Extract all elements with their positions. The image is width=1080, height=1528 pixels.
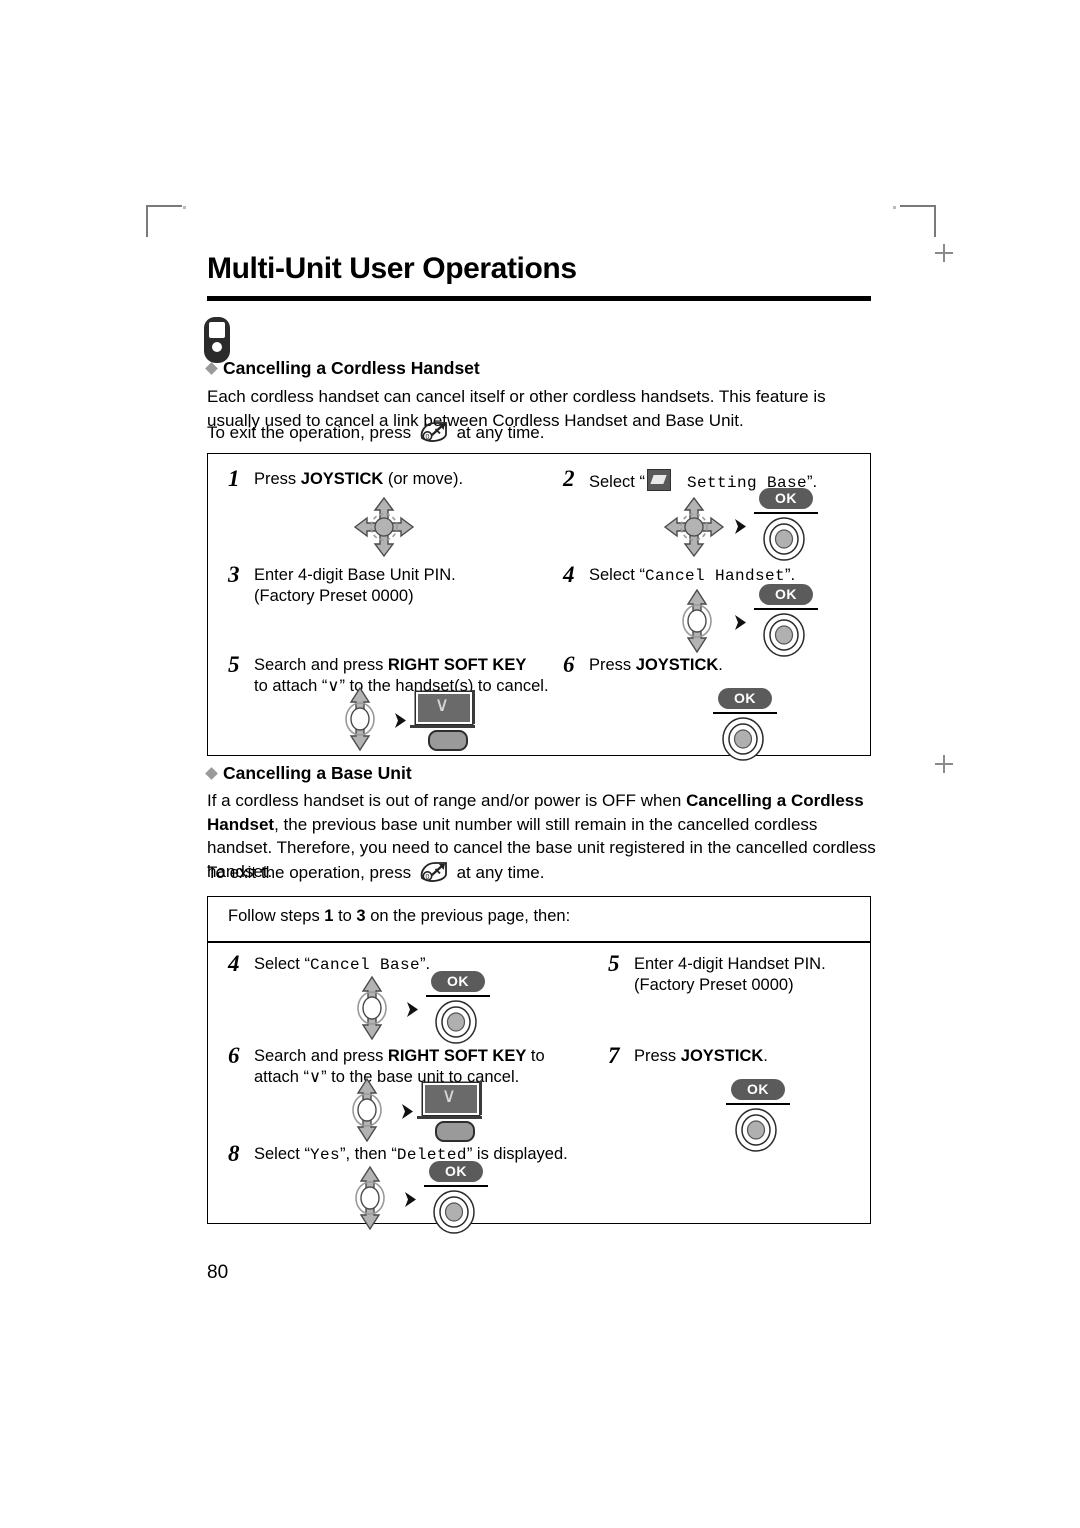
cordless-handset-icon xyxy=(204,317,230,363)
ok-key-icon: OK xyxy=(426,971,490,1044)
box-divider xyxy=(208,941,870,943)
ok-label: OK xyxy=(431,971,485,992)
crop-dot-right xyxy=(893,206,896,209)
step-text: Press JOYSTICK. xyxy=(634,1047,768,1065)
right-soft-key-icon: ∨ xyxy=(410,690,480,751)
section1-exit-note: To exit the operation, press 0 at any ti… xyxy=(207,421,545,444)
joystick-4way-icon xyxy=(663,496,725,563)
step-number: 5 xyxy=(608,951,620,976)
crop-mark-top-left xyxy=(146,205,182,237)
step-text: Select “Yes”, then “Deleted” is displaye… xyxy=(254,1145,568,1164)
softkey-check-glyph: ∨ xyxy=(434,694,450,716)
step-text: Press JOYSTICK (or move). xyxy=(254,470,464,488)
step-text: Search and press RIGHT SOFT KEY to attach… xyxy=(254,656,549,695)
arrow-right-icon xyxy=(404,1191,417,1208)
section-heading-cancel-base: Cancelling a Base Unit xyxy=(205,763,412,784)
step-number: 5 xyxy=(228,652,240,677)
ok-label: OK xyxy=(429,1161,483,1182)
registration-mark-lower xyxy=(935,755,953,773)
step-number: 4 xyxy=(563,562,575,587)
step-text: Enter 4-digit Handset PIN. (Factory Prese… xyxy=(634,955,826,994)
joystick-updown-icon xyxy=(343,1077,391,1148)
joystick-updown-icon xyxy=(348,975,396,1046)
step-text: Enter 4-digit Base Unit PIN. (Factory Pre… xyxy=(254,566,456,605)
step-text: Search and press RIGHT SOFT KEY to attach… xyxy=(254,1047,545,1086)
ok-key-icon: OK xyxy=(754,584,818,657)
step-text: Select “Cancel Base”. xyxy=(254,955,431,974)
page-number: 80 xyxy=(207,1262,229,1283)
arrow-right-icon xyxy=(734,614,747,631)
exit-key-icon: 0 xyxy=(419,861,449,884)
step-number: 6 xyxy=(563,652,575,677)
svg-text:0: 0 xyxy=(425,874,429,881)
step-number: 1 xyxy=(228,466,240,491)
ok-key-icon: OK xyxy=(726,1079,790,1152)
manual-page: Multi-Unit User Operations Cancelling a … xyxy=(0,0,1080,1528)
step-number: 6 xyxy=(228,1043,240,1068)
step-number: 4 xyxy=(228,951,240,976)
steps-box-cancel-handset: 1 Press JOYSTICK (or move). 2 Select “Se… xyxy=(207,453,871,761)
title-rule xyxy=(207,296,871,301)
section2-exit-note: To exit the operation, press 0 at any ti… xyxy=(207,861,545,884)
step-number: 2 xyxy=(563,466,575,491)
ok-key-icon: OK xyxy=(424,1161,488,1234)
arrow-right-icon xyxy=(406,1001,419,1018)
arrow-right-icon xyxy=(734,518,747,535)
joystick-4way-icon xyxy=(353,496,415,563)
step-text: Press JOYSTICK. xyxy=(589,656,723,674)
softkey-check-glyph: ∨ xyxy=(441,1085,457,1107)
crop-dot-left xyxy=(183,206,186,209)
arrow-right-icon xyxy=(401,1103,414,1120)
steps-box-cancel-base: Follow steps 1 to 3 on the previous page… xyxy=(207,896,871,1234)
arrow-right-icon xyxy=(394,712,407,729)
exit-key-icon: 0 xyxy=(419,421,449,444)
svg-text:0: 0 xyxy=(425,434,429,441)
joystick-updown-icon xyxy=(336,686,384,757)
ok-label: OK xyxy=(731,1079,785,1100)
ok-key-icon: OK xyxy=(754,488,818,561)
ok-key-icon: OK xyxy=(713,688,777,761)
ok-label: OK xyxy=(759,488,813,509)
step-number: 7 xyxy=(608,1043,620,1068)
joystick-updown-icon xyxy=(673,588,721,659)
page-title: Multi-Unit User Operations xyxy=(207,252,577,285)
diamond-bullet-icon xyxy=(205,362,218,375)
setting-base-display-icon xyxy=(646,469,671,491)
step-number: 3 xyxy=(228,562,240,587)
registration-mark-upper xyxy=(935,244,953,262)
diamond-bullet-icon xyxy=(205,767,218,780)
step-number: 8 xyxy=(228,1141,240,1166)
follow-steps-note: Follow steps 1 to 3 on the previous page… xyxy=(228,907,571,925)
ok-label: OK xyxy=(718,688,772,709)
section-heading-cancel-handset: Cancelling a Cordless Handset xyxy=(205,358,480,379)
ok-label: OK xyxy=(759,584,813,605)
crop-mark-top-right xyxy=(900,205,936,237)
right-soft-key-icon: ∨ xyxy=(417,1081,487,1142)
joystick-updown-icon xyxy=(346,1165,394,1236)
